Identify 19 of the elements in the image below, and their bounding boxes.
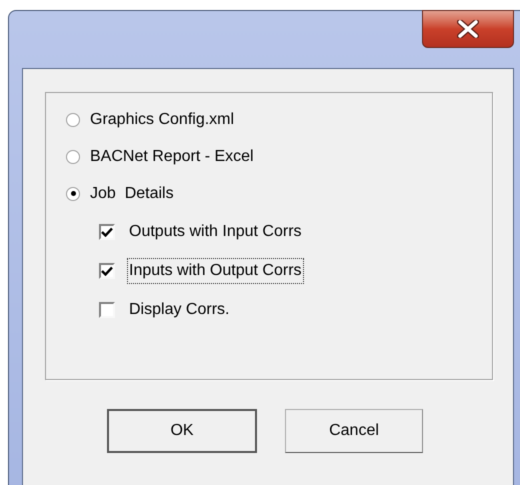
dialog-button[interactable]: Cancel (285, 409, 423, 453)
radio-label: BACNet Report - Excel (90, 146, 254, 166)
radio-option[interactable]: Job Details (66, 175, 492, 212)
radio-button[interactable] (66, 150, 80, 164)
radio-button[interactable] (66, 186, 80, 200)
close-icon (457, 20, 479, 38)
radio-label: Job Details (90, 184, 174, 204)
checkbox[interactable] (99, 224, 115, 240)
radio-option[interactable]: BACNet Report - Excel (66, 138, 492, 175)
checkbox-label: Display Corrs. (128, 300, 230, 320)
checkbox-label: Inputs with Output Corrs (127, 258, 304, 284)
checkbox-label: Outputs with Input Corrs (128, 222, 303, 242)
radio-label: Graphics Config.xml (90, 110, 234, 130)
checkbox[interactable] (99, 302, 115, 318)
checkbox[interactable] (99, 262, 115, 278)
close-button[interactable] (422, 10, 514, 48)
radio-button[interactable] (66, 112, 80, 126)
dialog-button[interactable]: OK (107, 409, 257, 453)
radio-option[interactable]: Graphics Config.xml (66, 101, 492, 138)
